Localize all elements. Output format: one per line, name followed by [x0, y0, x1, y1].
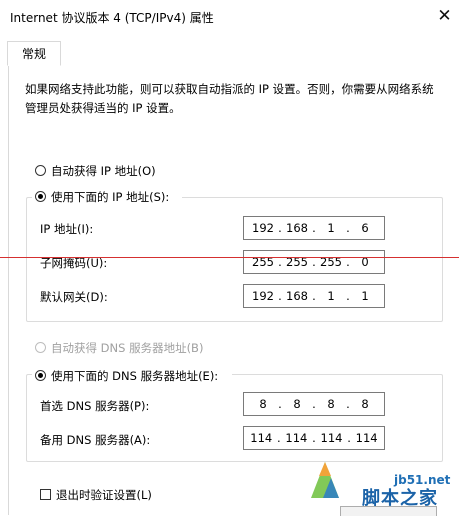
tab-general[interactable]: 常规	[7, 41, 61, 66]
validate-on-exit-checkbox[interactable]	[40, 489, 51, 500]
validate-on-exit-label[interactable]: 退出时验证设置(L)	[56, 487, 152, 503]
ip-octet: 8	[327, 397, 335, 411]
auto-ip-label[interactable]: 自动获得 IP 地址(O)	[51, 163, 156, 179]
ip-octet: 114	[285, 431, 308, 445]
manual-ip-radio[interactable]	[35, 191, 46, 202]
auto-dns-radio[interactable]	[35, 342, 46, 353]
default-gateway-input[interactable]: 192. 168. 1. 1	[243, 284, 385, 308]
auto-dns-label[interactable]: 自动获得 DNS 服务器地址(B)	[51, 340, 203, 356]
ip-octet: 168	[286, 221, 308, 235]
ip-address-label: IP 地址(I):	[40, 222, 94, 236]
manual-dns-radio[interactable]	[35, 370, 46, 381]
manual-dns-label[interactable]: 使用下面的 DNS 服务器地址(E):	[51, 368, 219, 384]
ip-octet: 8	[293, 397, 301, 411]
ip-address-input[interactable]: 192. 168. 1. 6	[243, 216, 385, 240]
ip-octet: 1	[327, 221, 335, 235]
alternate-dns-label: 备用 DNS 服务器(A):	[40, 433, 151, 447]
ip-octet: 8	[259, 397, 267, 411]
ip-octet: 192	[252, 221, 274, 235]
ip-octet: 114	[250, 431, 273, 445]
close-icon[interactable]: ✕	[430, 0, 459, 32]
default-gateway-label: 默认网关(D):	[40, 290, 108, 304]
window-title: Internet 协议版本 4 (TCP/IPv4) 属性	[10, 11, 214, 25]
ip-octet: 168	[286, 289, 308, 303]
ip-octet: 114	[320, 431, 343, 445]
subnet-mask-input[interactable]: 255. 255. 255. 0	[243, 250, 385, 274]
ip-octet: 6	[361, 221, 369, 235]
watermark-logo-icon	[311, 462, 339, 498]
auto-ip-radio[interactable]	[35, 165, 46, 176]
alternate-dns-input[interactable]: 114. 114. 114. 114	[243, 426, 385, 450]
ip-octet: 8	[361, 397, 369, 411]
ip-octet: 114	[355, 431, 378, 445]
red-annotation-line	[0, 257, 459, 258]
ip-octet: 1	[327, 289, 335, 303]
preferred-dns-input[interactable]: 8. 8. 8. 8	[243, 392, 385, 416]
preferred-dns-label: 首选 DNS 服务器(P):	[40, 399, 150, 413]
ip-octet: 192	[252, 289, 274, 303]
watermark-text: 脚本之家	[362, 488, 438, 509]
manual-ip-label[interactable]: 使用下面的 IP 地址(S):	[51, 189, 170, 205]
description-text: 如果网络支持此功能，则可以获取自动指派的 IP 设置。否则，你需要从网络系统管理…	[25, 82, 434, 115]
ip-octet: 1	[361, 289, 369, 303]
